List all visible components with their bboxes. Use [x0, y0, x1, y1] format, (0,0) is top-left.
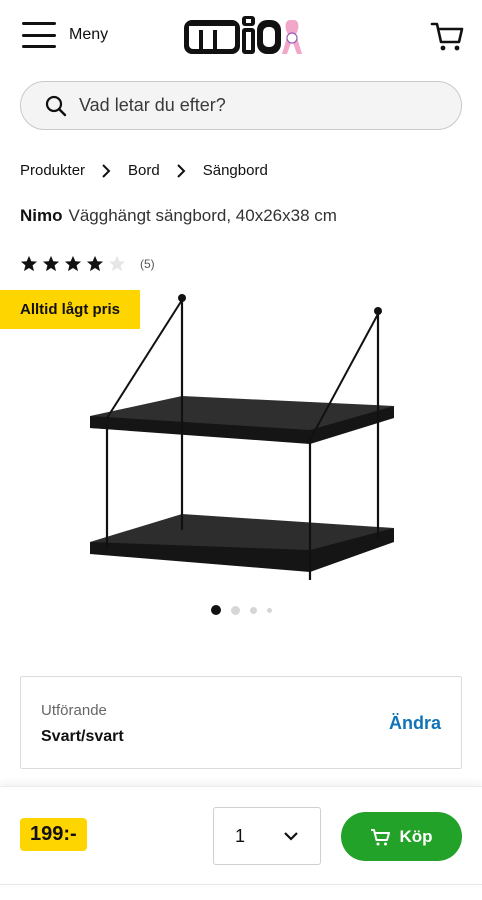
change-variant-link[interactable]: Ändra	[389, 713, 441, 734]
price-tag: 199:-	[20, 818, 87, 851]
search-icon	[45, 95, 67, 116]
product-title: Nimo Vägghängt sängbord, 40x26x38 cm	[20, 206, 337, 226]
price-badge: Alltid lågt pris	[0, 290, 140, 329]
search-bar[interactable]	[20, 81, 462, 130]
star-empty-icon	[108, 255, 126, 272]
buy-button[interactable]: Köp	[341, 812, 462, 861]
carousel-dot[interactable]	[249, 606, 257, 614]
menu-label: Meny	[69, 26, 109, 43]
variant-value: Svart/svart	[41, 728, 124, 745]
buy-label: Köp	[399, 826, 433, 846]
menu-button[interactable]: Meny	[22, 22, 108, 48]
star-filled-icon	[64, 255, 82, 272]
carousel-dot-active[interactable]	[210, 605, 221, 615]
review-count: (5)	[140, 256, 155, 271]
variant-selector: Utförande Svart/svart Ändra	[20, 676, 462, 769]
product-image[interactable]	[82, 288, 400, 588]
breadcrumb-bedside-tables[interactable]: Sängbord	[203, 162, 268, 179]
carousel-dot[interactable]	[230, 605, 240, 615]
image-carousel-dots	[0, 605, 482, 615]
product-description: Vägghängt sängbord, 40x26x38 cm	[68, 206, 337, 225]
purchase-bar: 199:- 1 Köp	[0, 786, 482, 886]
divider	[0, 884, 482, 885]
variant-label: Utförande	[41, 702, 107, 719]
product-rating[interactable]: (5)	[20, 255, 155, 272]
quantity-select[interactable]: 1	[213, 807, 321, 865]
product-brand: Nimo	[20, 206, 63, 225]
cart-icon	[371, 828, 391, 845]
breadcrumb-products[interactable]: Produkter	[20, 162, 85, 179]
cart-icon[interactable]	[430, 20, 464, 52]
quantity-value: 1	[235, 825, 246, 846]
breadcrumb: Produkter Bord Sängbord	[20, 162, 268, 179]
header: Meny	[0, 0, 482, 76]
search-input[interactable]	[79, 95, 439, 116]
chevron-right-icon	[177, 163, 186, 178]
breadcrumb-tables[interactable]: Bord	[128, 162, 160, 179]
chevron-down-icon	[284, 832, 298, 841]
carousel-dot[interactable]	[266, 607, 272, 613]
hamburger-icon	[22, 22, 56, 48]
mio-logo[interactable]	[182, 14, 304, 58]
chevron-right-icon	[102, 163, 111, 178]
star-filled-icon	[42, 255, 60, 272]
star-filled-icon	[20, 255, 38, 272]
star-filled-icon	[86, 255, 104, 272]
